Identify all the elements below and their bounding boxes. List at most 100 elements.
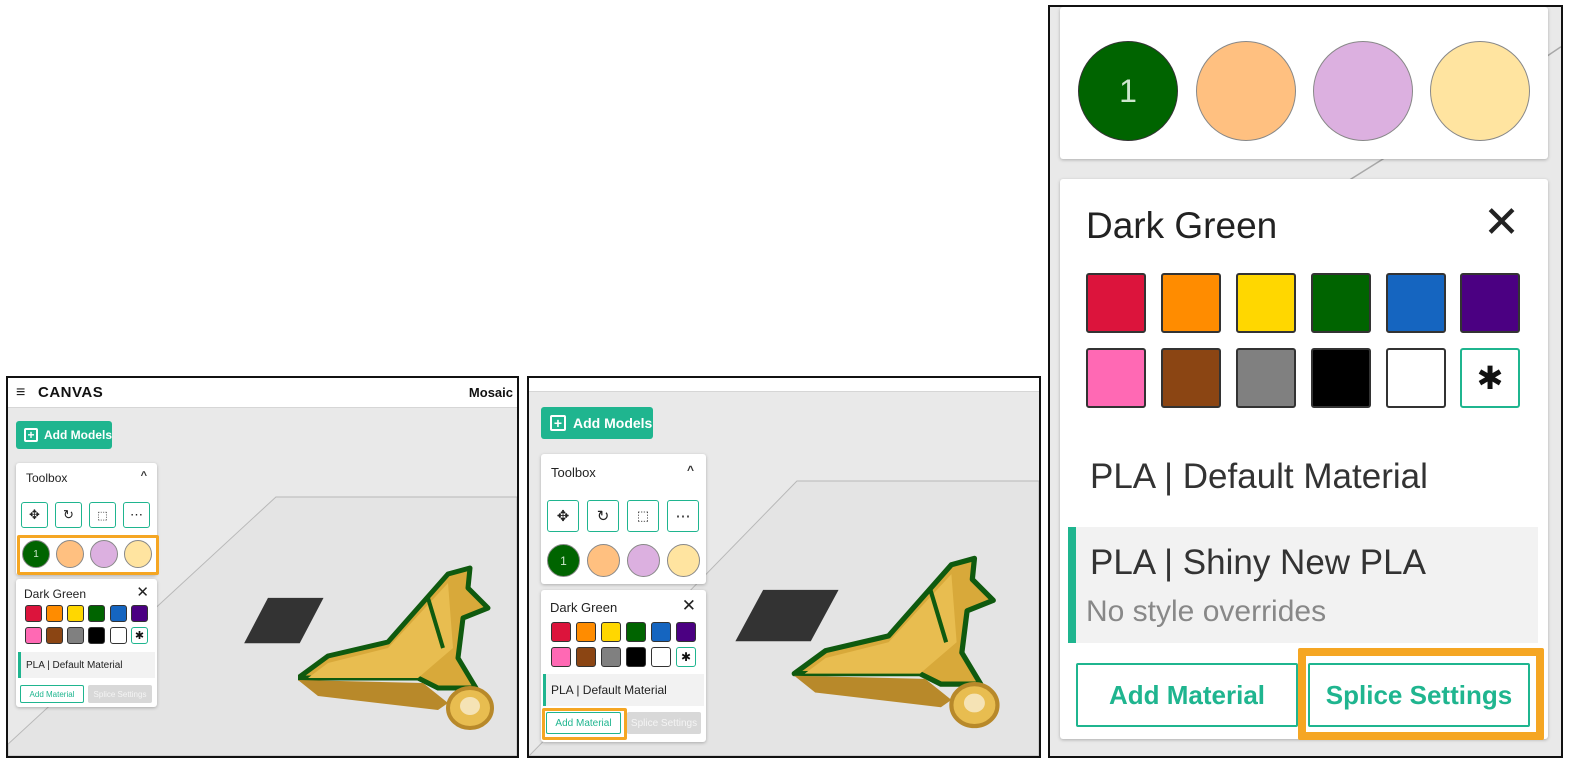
color-swatch-brown[interactable]	[576, 647, 596, 667]
color-slot-4[interactable]	[667, 544, 700, 577]
material-label: PLA | Default Material	[551, 683, 667, 697]
color-swatch-pink[interactable]	[1086, 348, 1146, 408]
rotate-icon[interactable]: ↻	[587, 500, 619, 532]
splice-settings-label: Splice Settings	[630, 717, 698, 729]
color-swatch-gray[interactable]	[1236, 348, 1296, 408]
3d-model[interactable]	[784, 527, 1014, 747]
color-swatch-pink[interactable]	[551, 647, 571, 667]
color-swatch-red[interactable]	[551, 622, 571, 642]
close-icon[interactable]: ✕	[1483, 197, 1520, 248]
splice-settings-button[interactable]: Splice Settings	[627, 712, 701, 734]
close-icon[interactable]: ✕	[136, 583, 149, 601]
gear-icon[interactable]: ✱	[1460, 348, 1520, 408]
move-icon[interactable]: ✥	[547, 500, 579, 532]
color-slot-1[interactable]: 1	[547, 544, 580, 577]
menu-icon[interactable]: ≡	[16, 384, 25, 402]
color-slot-4[interactable]	[1430, 41, 1530, 141]
color-panel-title: Dark Green	[1086, 205, 1278, 246]
move-icon[interactable]: ✥	[21, 502, 48, 528]
color-swatch-green[interactable]	[626, 622, 646, 642]
color-swatch-green[interactable]	[1311, 273, 1371, 333]
more-icon[interactable]: ⋯	[667, 500, 699, 532]
chevron-up-icon[interactable]: ^	[141, 470, 147, 482]
color-swatch-white[interactable]	[1386, 348, 1446, 408]
top-bar	[529, 378, 1039, 392]
color-swatch-blue[interactable]	[1386, 273, 1446, 333]
toolbox: Toolbox ^ ✥ ↻ ⬚ ⋯ 1	[16, 463, 157, 575]
color-swatch-orange[interactable]	[46, 605, 63, 622]
color-swatch-black[interactable]	[1311, 348, 1371, 408]
scale-icon[interactable]: ⬚	[89, 502, 116, 528]
color-slot-3[interactable]	[90, 540, 118, 568]
color-swatch-purple[interactable]	[131, 605, 148, 622]
add-material-label: Add Material	[1108, 679, 1266, 710]
color-slot-2[interactable]	[56, 540, 84, 568]
color-swatch-yellow[interactable]	[1236, 273, 1296, 333]
panel-2: + Add Models Toolbox ^ ✥ ↻ ⬚ ⋯ 1 Dark Gr…	[527, 376, 1041, 758]
3d-model[interactable]	[298, 538, 498, 748]
color-swatch-blue[interactable]	[651, 622, 671, 642]
color-swatch-purple[interactable]	[676, 622, 696, 642]
splice-settings-button[interactable]: Splice Settings	[1308, 663, 1530, 727]
toolbox-title: Toolbox	[26, 471, 68, 485]
rotate-icon[interactable]: ↻	[55, 502, 82, 528]
chevron-up-icon[interactable]: ^	[687, 463, 694, 477]
panel-3-zoom: 1 Dark Green ✕ ✱ PLA | Default Material …	[1048, 5, 1563, 758]
add-material-button[interactable]: Add Material	[1076, 663, 1298, 727]
color-slot-3[interactable]	[1313, 41, 1413, 141]
splice-settings-label: Splice Settings	[1325, 679, 1513, 710]
color-swatch-gray[interactable]	[67, 627, 84, 644]
add-models-button[interactable]: + Add Models	[16, 421, 112, 449]
material-row-selected[interactable]: PLA | Shiny New PLA No style overrides	[1068, 527, 1538, 643]
add-material-button[interactable]: Add Material	[20, 685, 84, 703]
gear-icon[interactable]: ✱	[676, 647, 696, 667]
color-panel: Dark Green ✕ ✱ PLA | Default Material Ad…	[16, 579, 157, 707]
color-slot-3[interactable]	[627, 544, 660, 577]
color-slots-card: 1	[1060, 7, 1548, 159]
more-icon[interactable]: ⋯	[123, 502, 150, 528]
add-material-label: Add Material	[29, 689, 75, 699]
color-panel-title: Dark Green	[550, 600, 618, 615]
project-title: Mosaic	[468, 385, 513, 400]
color-slot-1[interactable]: 1	[1078, 41, 1178, 141]
color-slot-2[interactable]	[587, 544, 620, 577]
color-swatch-orange[interactable]	[1161, 273, 1221, 333]
add-material-button[interactable]: Add Material	[546, 712, 621, 734]
color-slot-label: 1	[1119, 72, 1137, 109]
scale-icon[interactable]: ⬚	[627, 500, 659, 532]
splice-settings-button[interactable]: Splice Settings	[88, 685, 152, 703]
close-icon[interactable]: ✕	[682, 596, 696, 616]
color-swatch-brown[interactable]	[46, 627, 63, 644]
add-models-label: Add Models	[44, 428, 112, 442]
color-swatch-red[interactable]	[1086, 273, 1146, 333]
color-swatch-red[interactable]	[25, 605, 42, 622]
color-swatch-gray[interactable]	[601, 647, 621, 667]
color-swatch-yellow[interactable]	[67, 605, 84, 622]
app-title: CANVAS	[38, 384, 104, 401]
color-swatch-purple[interactable]	[1460, 273, 1520, 333]
color-swatch-white[interactable]	[110, 627, 127, 644]
color-slot-2[interactable]	[1196, 41, 1296, 141]
material-row-default[interactable]: PLA | Default Material	[543, 674, 704, 706]
color-swatch-black[interactable]	[626, 647, 646, 667]
color-panel: Dark Green ✕ ✱ PLA | Default Material Ad…	[541, 590, 706, 742]
color-swatch-blue[interactable]	[110, 605, 127, 622]
material-selected-subtext: No style overrides	[1086, 595, 1327, 628]
color-swatch-yellow[interactable]	[601, 622, 621, 642]
color-slot-1[interactable]: 1	[22, 540, 50, 568]
color-swatch-brown[interactable]	[1161, 348, 1221, 408]
color-swatch-orange[interactable]	[576, 622, 596, 642]
color-swatch-white[interactable]	[651, 647, 671, 667]
add-models-icon: +	[550, 415, 566, 431]
add-models-label: Add Models	[573, 415, 653, 431]
color-swatch-green[interactable]	[88, 605, 105, 622]
material-row-default[interactable]: PLA | Default Material	[18, 652, 155, 678]
color-swatch-black[interactable]	[88, 627, 105, 644]
material-row-default[interactable]: PLA | Default Material	[1090, 457, 1428, 497]
color-swatch-pink[interactable]	[25, 627, 42, 644]
gear-icon[interactable]: ✱	[131, 627, 148, 644]
color-panel-title: Dark Green	[24, 587, 87, 601]
color-slot-label: 1	[33, 548, 39, 560]
color-slot-4[interactable]	[124, 540, 152, 568]
add-models-button[interactable]: + Add Models	[541, 407, 653, 439]
